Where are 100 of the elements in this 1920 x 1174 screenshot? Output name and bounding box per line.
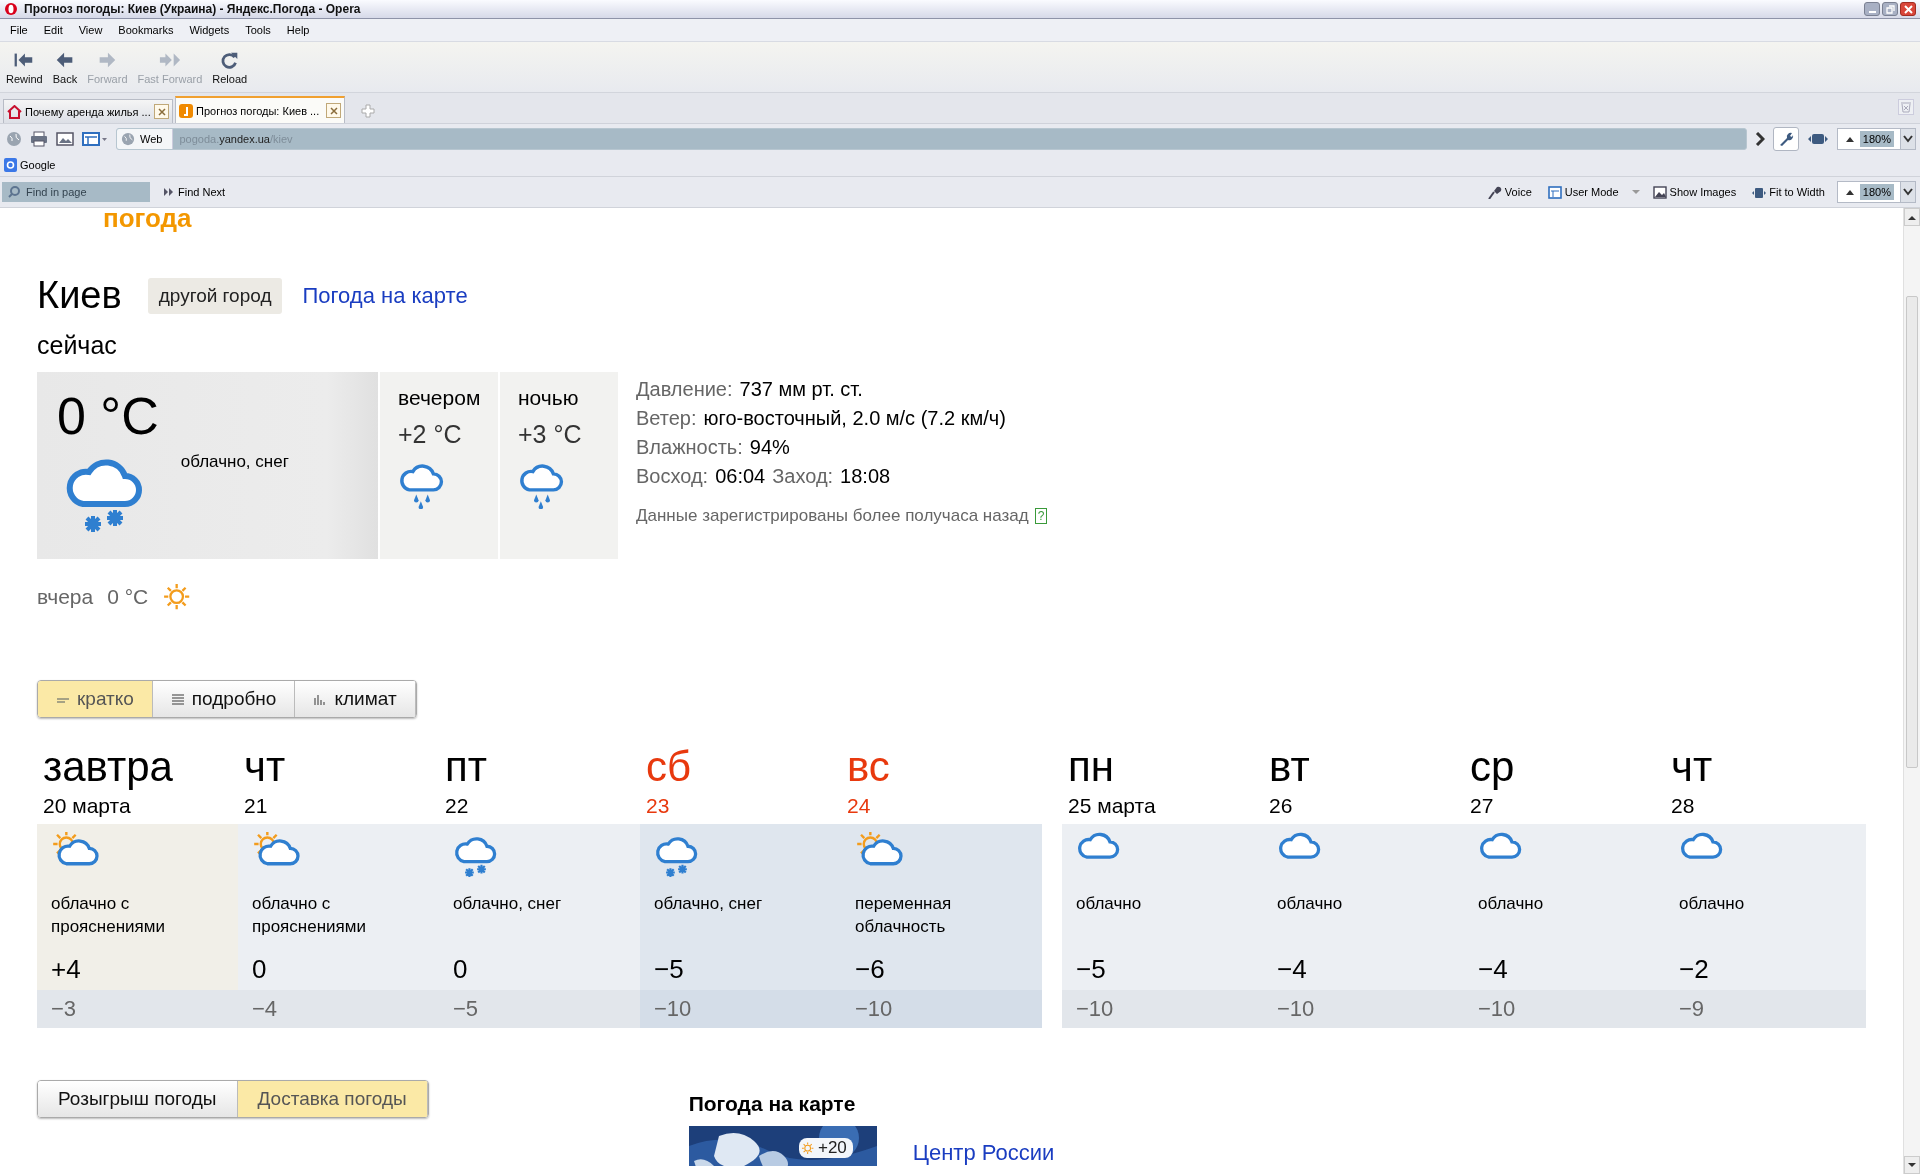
night-temperature: −10 bbox=[1062, 990, 1263, 1029]
chevron-down-icon bbox=[1903, 135, 1913, 143]
day-name: сб bbox=[646, 744, 693, 791]
date-label: 23 bbox=[646, 794, 671, 819]
cloud-icon bbox=[1478, 832, 1524, 861]
find-next-button[interactable]: Find Next bbox=[158, 185, 232, 199]
map-link[interactable]: Погода на карте bbox=[302, 282, 468, 309]
close-icon bbox=[329, 106, 338, 115]
toolbar-button[interactable]: Back bbox=[50, 49, 80, 85]
address-field[interactable]: Web pogoda.yandex.ua/kiev bbox=[116, 128, 1747, 150]
detail-value: 94% bbox=[749, 436, 790, 458]
dropdown-button[interactable] bbox=[1900, 182, 1915, 202]
browser-tab[interactable]: Почему аренда жилья ... bbox=[3, 99, 173, 123]
tab[interactable]: Розыгрыш погоды bbox=[38, 1081, 238, 1118]
day-name: завтра bbox=[43, 744, 174, 791]
city-name: Киев bbox=[37, 274, 122, 317]
restore-button[interactable] bbox=[1882, 2, 1898, 16]
restore-icon bbox=[1885, 4, 1895, 14]
condition-text: облачно bbox=[1277, 893, 1344, 916]
image-icon[interactable] bbox=[56, 131, 74, 147]
search-scope-button[interactable]: Web bbox=[117, 129, 174, 149]
day-name: пт bbox=[445, 744, 488, 791]
close-button[interactable] bbox=[1900, 2, 1916, 16]
night-temperature: −4 bbox=[238, 990, 439, 1029]
day-name: чт bbox=[1671, 744, 1714, 791]
cloud-icon bbox=[1076, 832, 1122, 861]
condition-text: облачно bbox=[1076, 893, 1143, 916]
condition-text: облачно bbox=[1679, 893, 1746, 916]
settings-button[interactable] bbox=[1772, 127, 1799, 151]
detail-value: 18:08 bbox=[840, 465, 891, 487]
bar-chart-icon bbox=[313, 692, 328, 706]
bookmark-link[interactable]: Google bbox=[4, 158, 56, 172]
other-city-button[interactable]: другой город bbox=[147, 277, 283, 314]
view-tool-button[interactable]: Fit to Width bbox=[1748, 185, 1829, 199]
help-button[interactable]: ? bbox=[1034, 508, 1048, 524]
up-arrow-icon bbox=[1845, 136, 1854, 142]
night-temperature: −3 bbox=[37, 990, 238, 1029]
menu-item[interactable]: View bbox=[72, 24, 113, 36]
globe-icon bbox=[121, 132, 135, 146]
detail-value: 06:04 bbox=[715, 465, 766, 487]
toolbar-button[interactable]: Reload bbox=[210, 49, 250, 85]
scroll-down-button[interactable] bbox=[1904, 1156, 1920, 1174]
date-label: 22 bbox=[445, 794, 470, 819]
day-name: вт bbox=[1269, 744, 1311, 791]
detail-label: Заход: bbox=[772, 465, 834, 487]
detail-label: Влажность: bbox=[636, 436, 743, 458]
day-temperature: +4 bbox=[51, 954, 82, 986]
yesterday-label: вчера bbox=[37, 584, 94, 609]
zoom-field[interactable]: 180% bbox=[1836, 181, 1916, 203]
view-tool-button[interactable]: Voice bbox=[1483, 185, 1536, 199]
dropdown-button[interactable] bbox=[1900, 129, 1915, 149]
region-link[interactable]: Центр России bbox=[912, 1140, 1055, 1167]
view-tool-button[interactable]: User Mode bbox=[1543, 185, 1623, 199]
note-text: Данные зарегистрированы более получаса назад bbox=[636, 506, 1029, 526]
search-engine-icon bbox=[4, 158, 17, 172]
yesterday-temperature: 0 °C bbox=[107, 584, 149, 609]
menu-item[interactable]: Edit bbox=[37, 24, 73, 36]
fit-icon[interactable] bbox=[1806, 132, 1829, 146]
period-temperature: +2 °C bbox=[398, 420, 463, 449]
condition-text: переменная облачность bbox=[855, 893, 953, 939]
up-arrow-icon bbox=[1845, 189, 1854, 195]
browser-tab[interactable]: Прогноз погоды: Киев ... bbox=[175, 96, 345, 123]
view-tool-button[interactable]: Show Images bbox=[1648, 185, 1741, 199]
detail-label: Давление: bbox=[636, 378, 733, 400]
view-tab[interactable]: климат bbox=[295, 681, 416, 718]
detail-value: юго-восточный, 2.0 м/с (7.2 км/ч) bbox=[703, 407, 1006, 429]
toolbar-button[interactable]: Rewind bbox=[4, 49, 45, 85]
day-temperature: −4 bbox=[1277, 954, 1308, 986]
list-icon bbox=[170, 692, 185, 706]
detail-label: Восход: bbox=[636, 465, 709, 487]
menu-item[interactable]: Bookmarks bbox=[112, 24, 184, 36]
plus-icon bbox=[361, 104, 375, 118]
menu-item[interactable]: Tools bbox=[239, 24, 281, 36]
minimize-button[interactable] bbox=[1864, 2, 1880, 16]
day-temperature: −2 bbox=[1679, 954, 1710, 986]
night-temperature: −10 bbox=[1263, 990, 1464, 1029]
fit-icon bbox=[1752, 185, 1767, 199]
close-tab-button[interactable] bbox=[326, 103, 341, 118]
day-temperature: −4 bbox=[1478, 954, 1509, 986]
section-label: сейчас bbox=[37, 331, 118, 360]
microphone-icon bbox=[1487, 185, 1502, 199]
close-tab-button[interactable] bbox=[154, 104, 169, 119]
scroll-up-button[interactable] bbox=[1904, 208, 1920, 226]
night-temperature: −10 bbox=[841, 990, 1042, 1029]
menu-item[interactable]: Help bbox=[280, 24, 320, 36]
view-tab[interactable]: кратко bbox=[38, 681, 153, 718]
chevron-down-icon bbox=[1903, 188, 1913, 196]
printer-icon[interactable] bbox=[30, 131, 48, 147]
tab[interactable]: Доставка погоды bbox=[237, 1081, 428, 1118]
view-tab[interactable]: подробно bbox=[152, 681, 296, 718]
night-temperature: −10 bbox=[1464, 990, 1665, 1029]
menu-item[interactable]: Widgets bbox=[183, 24, 240, 36]
user-mode-icon[interactable] bbox=[82, 131, 108, 147]
date-label: 25 марта bbox=[1068, 794, 1157, 819]
menu-item[interactable]: File bbox=[4, 24, 38, 36]
zoom-field[interactable]: 180% bbox=[1836, 128, 1916, 150]
condition-text: облачно, снег bbox=[654, 893, 764, 916]
double-arrow-icon bbox=[164, 188, 174, 196]
chevron-icon[interactable] bbox=[1754, 132, 1765, 146]
find-field[interactable]: Find in page bbox=[2, 182, 150, 202]
